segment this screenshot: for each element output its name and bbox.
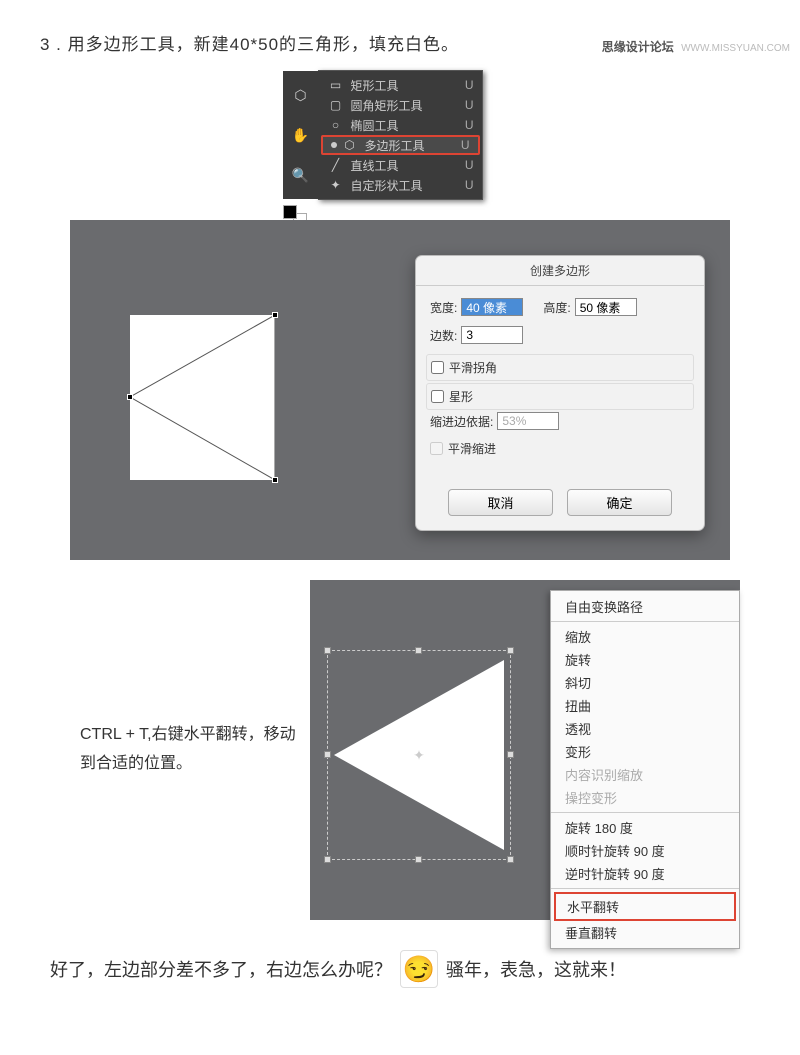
toolbox-column: ⬡ ✋ 🔍 — [283, 71, 319, 199]
tool-label: 多边形工具 — [365, 137, 461, 154]
ctx-warp[interactable]: 变形 — [551, 740, 739, 763]
create-polygon-dialog: 创建多边形 宽度: 高度: 边数: 平滑拐角 星形 缩进边依 — [415, 255, 705, 531]
hand-icon: ✋ — [292, 126, 310, 144]
transform-handle[interactable] — [415, 647, 422, 654]
ctx-flip-horizontal[interactable]: 水平翻转 — [554, 892, 736, 921]
polygon-icon: ⬡ — [341, 137, 359, 153]
tool-rounded-rect[interactable]: ▢ 圆角矩形工具 U — [319, 95, 482, 115]
indent-label: 缩进边依据: — [430, 413, 493, 430]
shortcut: U — [465, 118, 474, 132]
watermark-en: WWW.MISSYUAN.COM — [681, 43, 790, 54]
star-label: 星形 — [449, 388, 473, 405]
rounded-rect-icon: ▢ — [327, 97, 345, 113]
canvas-transform: ✦ 自由变换路径 缩放 旋转 斜切 扭曲 透视 变形 内容识别缩放 操控变形 旋… — [310, 580, 740, 920]
shortcut: U — [465, 178, 474, 192]
transform-handle[interactable] — [324, 647, 331, 654]
shape-tool-flyout: ⬡ ✋ 🔍 ▭ 矩形工具 U ▢ 圆角矩形工具 U ○ 椭圆工具 U ⬡ 多边形… — [318, 70, 483, 200]
transform-context-menu: 自由变换路径 缩放 旋转 斜切 扭曲 透视 变形 内容识别缩放 操控变形 旋转 … — [550, 590, 740, 949]
zoom-icon: 🔍 — [292, 166, 310, 184]
smooth-corners-checkbox[interactable] — [431, 361, 444, 374]
tool-label: 直线工具 — [351, 157, 465, 174]
sides-label: 边数: — [430, 327, 457, 344]
tool-label: 矩形工具 — [351, 77, 465, 94]
watermark: 思缘设计论坛 WWW.MISSYUAN.COM — [602, 38, 790, 55]
transform-handle[interactable] — [324, 856, 331, 863]
tool-label: 自定形状工具 — [351, 177, 465, 194]
canvas-create-polygon: 创建多边形 宽度: 高度: 边数: 平滑拐角 星形 缩进边依 — [70, 220, 730, 560]
center-mark-icon: ✦ — [412, 748, 426, 762]
ctx-rotate-180[interactable]: 旋转 180 度 — [551, 816, 739, 839]
smooth-indent-checkbox — [430, 442, 443, 455]
transform-handle[interactable] — [507, 751, 514, 758]
width-input[interactable] — [461, 298, 523, 316]
ctx-skew[interactable]: 斜切 — [551, 671, 739, 694]
transform-handle[interactable] — [507, 647, 514, 654]
transform-bbox[interactable]: ✦ — [327, 650, 511, 860]
shortcut: U — [461, 138, 470, 152]
bottom-left-text: 好了，左边部分差不多了，右边怎么办呢？ — [50, 956, 392, 982]
fg-color-icon — [283, 205, 297, 219]
triangle-path — [130, 315, 275, 480]
ctx-puppet-warp: 操控变形 — [551, 786, 739, 809]
ctx-perspective[interactable]: 透视 — [551, 717, 739, 740]
smooth-corners-label: 平滑拐角 — [449, 359, 497, 376]
tool-ellipse[interactable]: ○ 椭圆工具 U — [319, 115, 482, 135]
ctx-free-transform[interactable]: 自由变换路径 — [551, 595, 739, 618]
indent-input — [497, 412, 559, 430]
ctx-rotate-90cw[interactable]: 顺时针旋转 90 度 — [551, 839, 739, 862]
shortcut: U — [465, 158, 474, 172]
anchor-point[interactable] — [272, 312, 278, 318]
tool-line[interactable]: ╱ 直线工具 U — [319, 155, 482, 175]
tool-label: 圆角矩形工具 — [351, 97, 465, 114]
ellipse-icon: ○ — [327, 117, 345, 133]
custom-shape-icon: ✦ — [327, 177, 345, 193]
height-label: 高度: — [543, 299, 570, 316]
ctx-rotate-90ccw[interactable]: 逆时针旋转 90 度 — [551, 862, 739, 885]
cancel-button[interactable]: 取消 — [448, 489, 553, 516]
bottom-right-text: 骚年，表急，这就来！ — [446, 956, 626, 982]
transform-handle[interactable] — [324, 751, 331, 758]
ctx-scale[interactable]: 缩放 — [551, 625, 739, 648]
anchor-point[interactable] — [272, 477, 278, 483]
active-dot-icon — [331, 142, 337, 148]
dialog-title: 创建多边形 — [416, 256, 704, 286]
ctx-distort[interactable]: 扭曲 — [551, 694, 739, 717]
meme-face-icon: 😏 — [400, 950, 438, 988]
ok-button[interactable]: 确定 — [567, 489, 672, 516]
bottom-text: 好了，左边部分差不多了，右边怎么办呢？ 😏 骚年，表急，这就来！ — [50, 950, 800, 988]
shortcut: U — [465, 78, 474, 92]
tool-rectangle[interactable]: ▭ 矩形工具 U — [319, 75, 482, 95]
width-label: 宽度: — [430, 299, 457, 316]
smooth-indent-label: 平滑缩进 — [448, 440, 496, 457]
watermark-cn: 思缘设计论坛 — [602, 40, 674, 54]
hexagon-icon: ⬡ — [292, 86, 310, 104]
anchor-point[interactable] — [127, 394, 133, 400]
tool-label: 椭圆工具 — [351, 117, 465, 134]
tool-polygon[interactable]: ⬡ 多边形工具 U — [321, 135, 480, 155]
transform-note: CTRL + T,右键水平翻转，移动到合适的位置。 — [80, 721, 300, 779]
ctx-rotate[interactable]: 旋转 — [551, 648, 739, 671]
shortcut: U — [465, 98, 474, 112]
rectangle-icon: ▭ — [327, 77, 345, 93]
transform-handle[interactable] — [415, 856, 422, 863]
line-icon: ╱ — [327, 157, 345, 173]
sides-input[interactable] — [461, 326, 523, 344]
transform-handle[interactable] — [507, 856, 514, 863]
star-checkbox[interactable] — [431, 390, 444, 403]
height-input[interactable] — [575, 298, 637, 316]
tool-custom-shape[interactable]: ✦ 自定形状工具 U — [319, 175, 482, 195]
ctx-flip-vertical[interactable]: 垂直翻转 — [551, 921, 739, 944]
ctx-content-aware: 内容识别缩放 — [551, 763, 739, 786]
